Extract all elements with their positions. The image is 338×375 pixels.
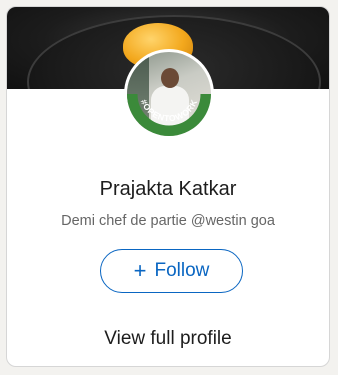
follow-button[interactable]: + Follow <box>100 249 243 293</box>
view-full-profile-link[interactable]: View full profile <box>7 328 329 350</box>
open-to-work-frame: #OPENTOWORK <box>127 93 211 136</box>
avatar-photo: #OPENTOWORK <box>127 52 211 136</box>
profile-headline: Demi chef de partie @westin goa <box>61 213 275 229</box>
profile-name[interactable]: Prajakta Katkar <box>7 178 329 201</box>
follow-button-label: Follow <box>154 260 210 281</box>
avatar[interactable]: #OPENTOWORK <box>124 49 214 139</box>
plus-icon: + <box>133 258 147 283</box>
profile-card: #OPENTOWORK Prajakta Katkar Demi chef de… <box>6 6 330 367</box>
